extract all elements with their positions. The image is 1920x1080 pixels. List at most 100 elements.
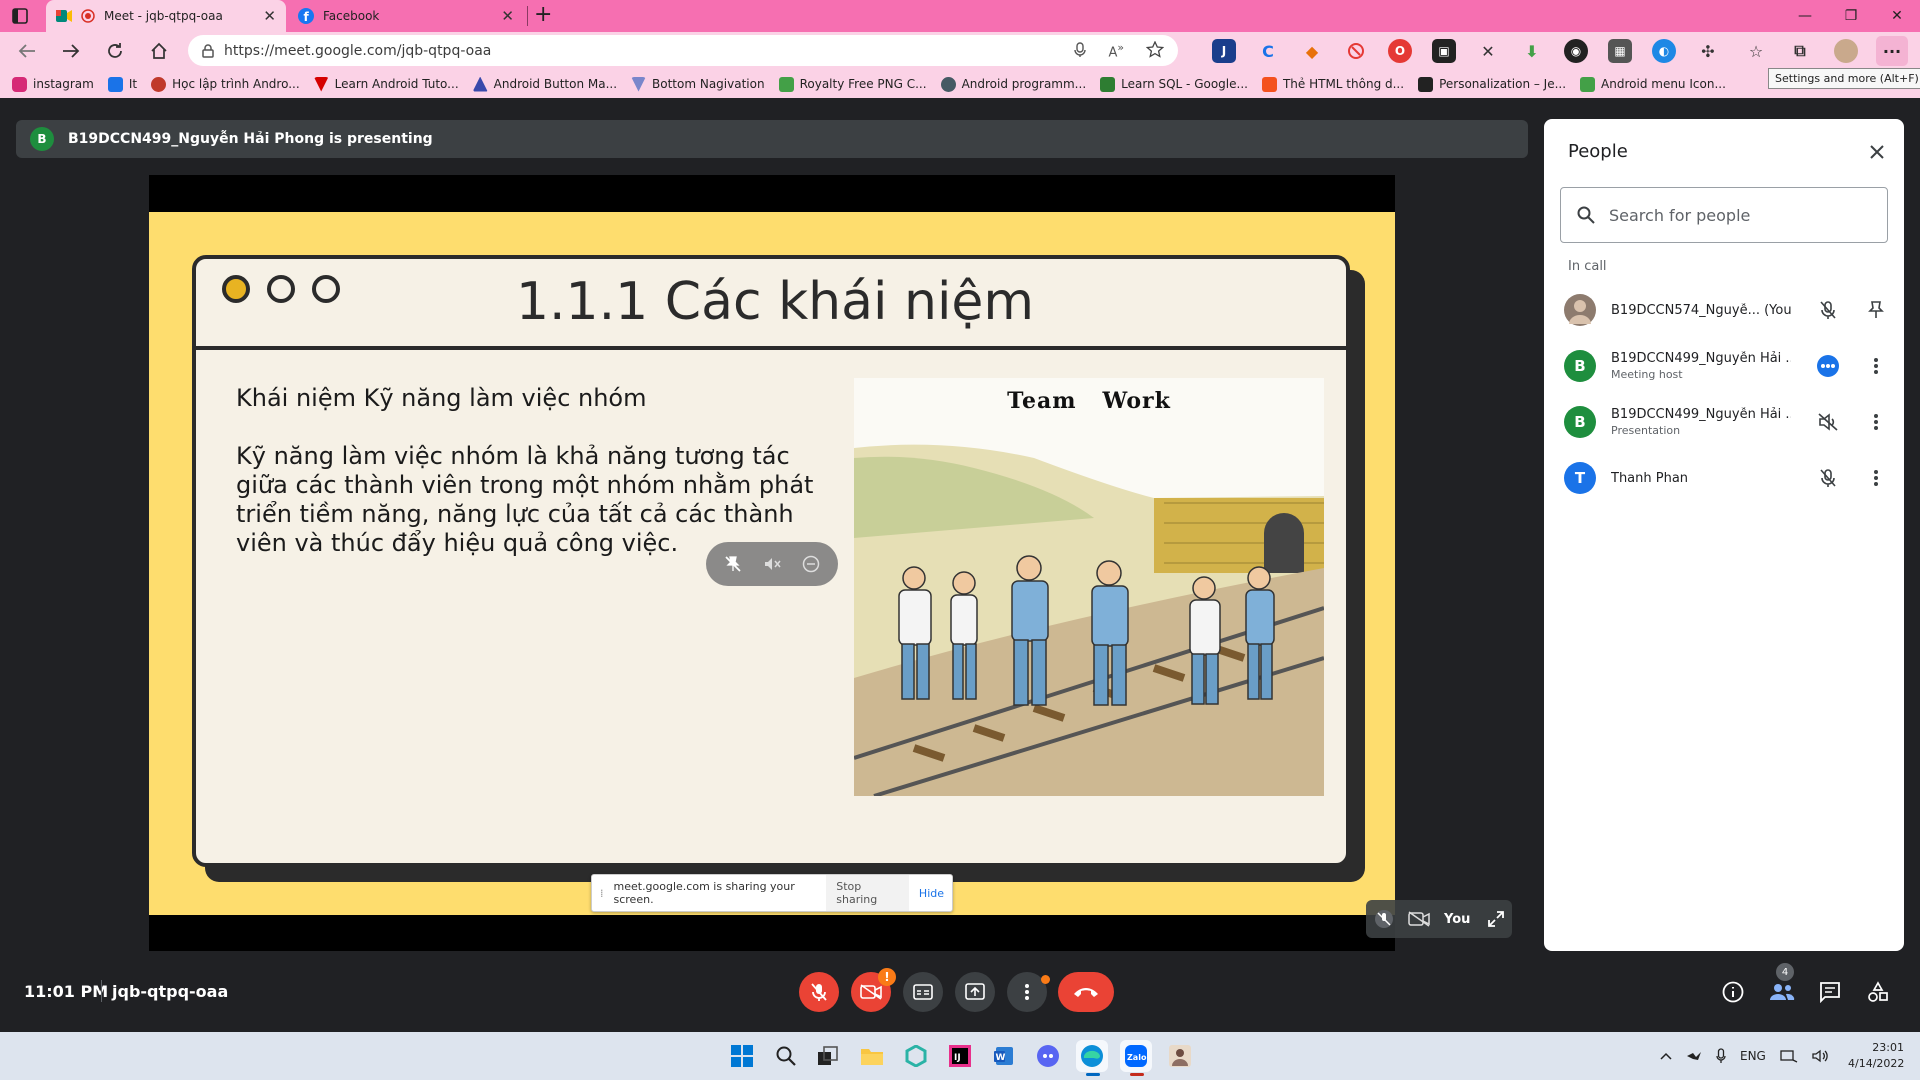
more-options-icon[interactable] [1862,464,1890,492]
bookmark-item[interactable]: It [107,76,137,92]
info-icon [1722,981,1744,1003]
participant-row[interactable]: B B19DCCN499_Nguyễn Hải ... Presentation [1544,394,1904,450]
extension-blue-icon[interactable]: ◐ [1652,39,1676,63]
activities-button[interactable] [1861,975,1895,1009]
restore-icon[interactable]: ❐ [1828,0,1874,32]
profile-avatar[interactable] [1834,39,1858,63]
file-explorer-icon[interactable] [856,1040,888,1072]
taskbar-clock[interactable]: 23:01 4/14/2022 [1848,1040,1904,1072]
meeting-details-button[interactable] [1716,975,1750,1009]
language-indicator[interactable]: ENG [1740,1049,1766,1063]
tab-facebook[interactable]: f Facebook ✕ [288,0,524,32]
pin-off-icon[interactable] [724,555,742,573]
stop-sharing-button[interactable]: Stop sharing [826,875,909,911]
refresh-icon[interactable] [100,36,130,66]
remove-icon[interactable] [802,555,820,573]
read-aloud-icon[interactable]: A» [1108,41,1124,60]
chevron-up-icon[interactable] [1660,1052,1672,1060]
drag-handle-icon[interactable]: ⁞ [600,887,604,900]
edge-icon[interactable] [1076,1040,1108,1072]
zalo-icon[interactable]: Zalo [1120,1040,1152,1072]
bookmark-item[interactable]: Bottom Nagivation [631,76,765,92]
address-bar[interactable]: https://meet.google.com/jqb-qtpq-oaa A» [188,35,1178,66]
favorites-icon[interactable]: ☆ [1744,39,1768,63]
jetbrains-icon[interactable]: IJ [944,1040,976,1072]
extension-c-icon[interactable]: C [1256,39,1280,63]
home-icon[interactable] [144,36,174,66]
word-icon[interactable]: W [988,1040,1020,1072]
bookmark-item[interactable]: Thẻ HTML thông d... [1261,76,1404,92]
bookmark-item[interactable]: Android menu Icon... [1580,76,1726,92]
extension-opera-icon[interactable]: O [1388,39,1412,63]
svg-text:IJ: IJ [954,1053,961,1063]
section-label: In call [1568,259,1607,274]
app-photo-icon[interactable] [1164,1040,1196,1072]
participant-name: B19DCCN499_Nguyễn Hải ... [1611,351,1791,366]
extensions-puzzle-icon[interactable]: ✣ [1696,39,1720,63]
extension-download-icon[interactable]: ⬇ [1520,39,1544,63]
collections-icon[interactable]: ⧉ [1788,39,1812,63]
bird-app-icon[interactable] [1686,1050,1702,1062]
close-tab-icon[interactable]: ✕ [501,7,514,25]
extension-block-icon[interactable] [1344,39,1368,63]
minimize-icon[interactable]: — [1782,0,1828,32]
extension-orange-icon[interactable]: ◆ [1300,39,1324,63]
participant-row[interactable]: T Thanh Phan [1544,450,1904,506]
tab-meet[interactable]: Meet - jqb-qtpq-oaa ✕ [46,0,286,32]
close-panel-icon[interactable] [1864,139,1890,165]
network-icon[interactable] [1780,1049,1798,1063]
discord-icon[interactable] [1032,1040,1064,1072]
more-options-icon[interactable] [1862,352,1890,380]
mic-toggle-button[interactable] [799,972,839,1012]
close-window-icon[interactable]: ✕ [1874,0,1920,32]
bookmark-item[interactable]: Royalty Free PNG C... [778,76,927,92]
bookmark-item[interactable]: Personalization – Je... [1418,76,1566,92]
chat-button[interactable] [1813,975,1847,1009]
bookmark-item[interactable]: Learn SQL - Google... [1100,76,1248,92]
bookmark-item[interactable]: Học lập trình Andro... [151,76,300,92]
self-view-tile[interactable]: You [1366,900,1512,938]
participant-row[interactable]: B19DCCN574_Nguyễ... (You) [1544,282,1904,338]
site-icon [631,76,647,92]
back-icon[interactable] [12,36,42,66]
start-icon[interactable] [726,1040,758,1072]
extension-j-icon[interactable]: J [1212,39,1236,63]
participant-row[interactable]: B B19DCCN499_Nguyễn Hải ... Meeting host [1544,338,1904,394]
extension-badge-icon[interactable]: ▦ [1608,39,1632,63]
favorite-icon[interactable] [1146,41,1164,59]
bookmark-item[interactable]: Learn Android Tuto... [313,76,459,92]
new-tab-icon[interactable]: + [534,2,552,27]
participants-count-badge: 4 [1776,963,1794,981]
extension-x-icon[interactable]: ✕ [1476,39,1500,63]
taskbar-time: 23:01 [1872,1041,1904,1054]
task-view-icon[interactable] [812,1040,844,1072]
more-options-icon[interactable] [1862,408,1890,436]
volume-icon[interactable] [1812,1049,1828,1063]
search-icon[interactable] [770,1040,802,1072]
pin-icon[interactable] [1862,296,1890,324]
extension-circle-icon[interactable]: ◉ [1564,39,1588,63]
mute-audio-icon[interactable] [763,555,781,573]
mic-off-icon[interactable] [1814,296,1842,324]
microphone-tray-icon[interactable] [1716,1048,1726,1064]
audio-muted-icon[interactable] [1814,408,1842,436]
bookmark-item[interactable]: Android Button Ma... [472,76,617,92]
tab-actions-icon[interactable] [12,8,28,24]
app-hexagon-icon[interactable] [900,1040,932,1072]
forward-icon[interactable] [56,36,86,66]
extension-dark-icon[interactable]: ▣ [1432,39,1456,63]
settings-more-icon[interactable]: ··· [1876,36,1908,66]
bookmark-item[interactable]: Android programm... [940,76,1086,92]
bookmark-item[interactable]: instagram [12,76,94,92]
microphone-icon[interactable] [1074,42,1087,58]
hide-button[interactable]: Hide [919,887,944,900]
present-button[interactable] [955,972,995,1012]
close-tab-icon[interactable]: ✕ [263,7,276,25]
expand-icon[interactable] [1488,911,1504,927]
leave-call-button[interactable] [1058,972,1114,1012]
participant-name: B19DCCN574_Nguyễ... (You) [1611,302,1791,318]
participant-role: Meeting host [1611,368,1683,381]
captions-button[interactable] [903,972,943,1012]
mic-off-icon[interactable] [1814,464,1842,492]
search-people-input[interactable]: Search for people [1560,187,1888,243]
